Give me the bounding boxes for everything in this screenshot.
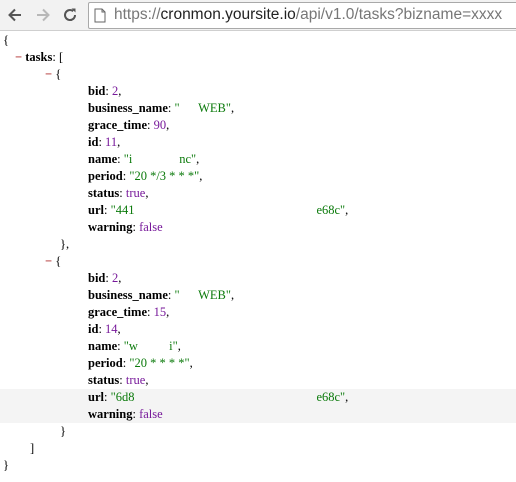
task-field-period: period: "20 * * * *", — [88, 356, 193, 370]
task-open: − { — [45, 254, 62, 268]
task-close: }, — [60, 237, 70, 251]
reload-icon — [64, 8, 77, 21]
address-url: https://cronmon.yoursite.io/api/v1.0/tas… — [114, 6, 502, 24]
task-field-warning: warning: false — [88, 220, 163, 234]
task-field-period: period: "20 */3 * * *", — [88, 169, 203, 183]
back-button[interactable] — [4, 4, 26, 26]
task-field-url-row: url: "6d8 e68c", — [0, 389, 516, 406]
forward-arrow-icon — [37, 8, 50, 22]
collapse-toggle[interactable]: − — [45, 67, 52, 81]
task-open: − { — [45, 67, 62, 81]
url-host: cronmon.yoursite.io — [160, 6, 296, 23]
url-scheme: https:// — [114, 6, 161, 23]
tasks-key: tasks — [25, 50, 53, 64]
tasks-array-close: ] — [30, 441, 35, 455]
json-close-brace: } — [3, 458, 9, 472]
task-field-business-name: business_name: " WEB", — [88, 288, 235, 302]
task-field-status: status: true, — [88, 186, 149, 200]
task-field-grace-time: grace_time: 15, — [88, 305, 170, 319]
task-field-grace-time: grace_time: 90, — [88, 118, 170, 132]
url-path: /api/v1.0/tasks?bizname=xxxx — [295, 6, 503, 23]
task-field-status: status: true, — [88, 373, 149, 387]
reload-button[interactable] — [59, 4, 81, 26]
task-field-warning-row: warning: false — [0, 406, 516, 423]
tasks-key-line: − tasks: [ — [15, 50, 64, 64]
task-field-id: id: 14, — [88, 322, 121, 336]
task-field-business-name: business_name: " WEB", — [88, 101, 235, 115]
task-field-name: name: "i nc", — [88, 152, 200, 166]
collapse-toggle[interactable]: − — [15, 50, 22, 64]
task-close: } — [60, 424, 66, 438]
task-field-name: name: "w i", — [88, 339, 181, 353]
task-field-id: id: 11, — [88, 135, 121, 149]
forward-button[interactable] — [32, 4, 54, 26]
json-open-brace: { — [3, 33, 9, 47]
address-bar[interactable]: https://cronmon.yoursite.io/api/v1.0/tas… — [88, 2, 516, 29]
task-field-url: url: "6d8 e68c", — [88, 390, 349, 404]
page-icon — [94, 8, 106, 23]
collapse-toggle[interactable]: − — [45, 254, 52, 268]
task-field-url: url: "441 e68c", — [88, 203, 349, 217]
task-field-bid: bid: 2, — [88, 271, 122, 285]
back-arrow-icon — [8, 8, 21, 22]
browser-toolbar: https://cronmon.yoursite.io/api/v1.0/tas… — [0, 0, 516, 31]
task-field-warning: warning: false — [88, 407, 163, 421]
task-field-bid: bid: 2, — [88, 84, 122, 98]
